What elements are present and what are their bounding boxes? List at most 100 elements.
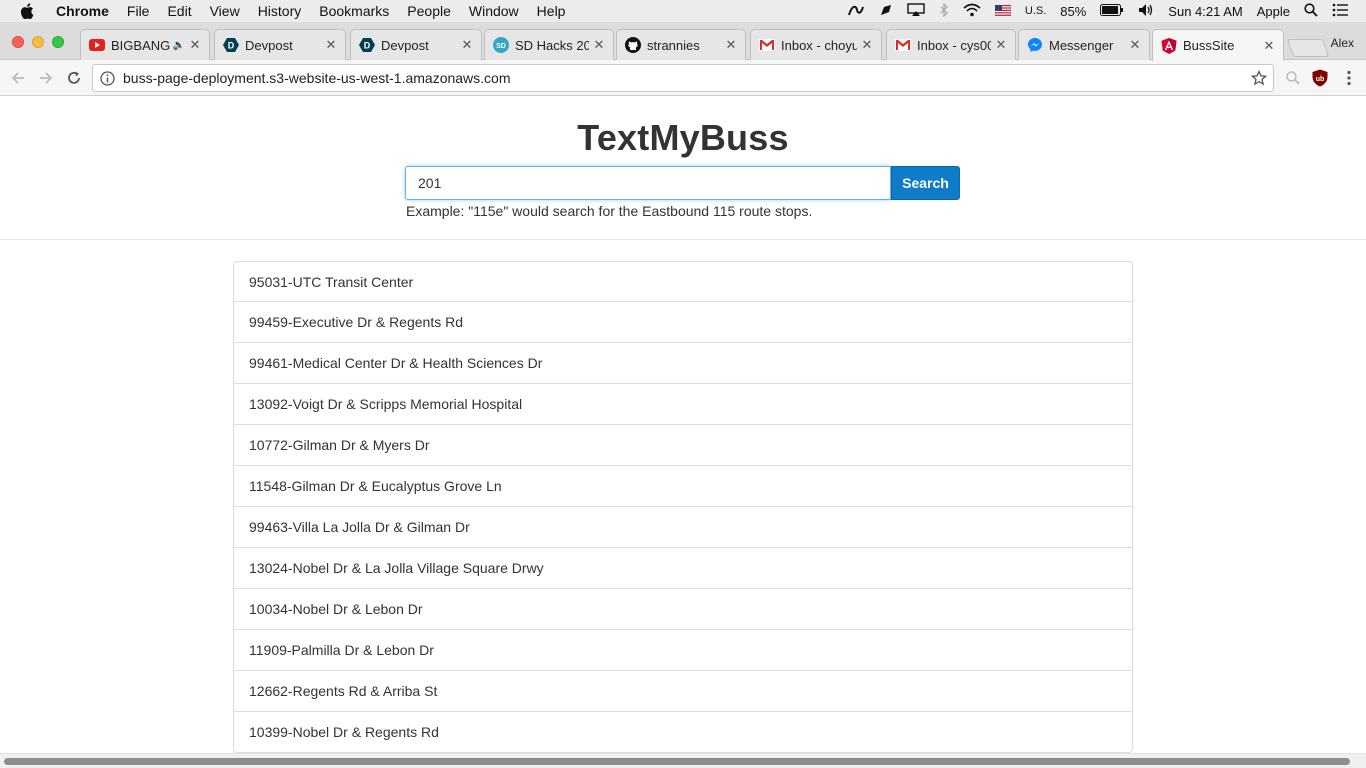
user-menu[interactable]: Apple xyxy=(1257,4,1290,19)
youtube-icon xyxy=(89,37,105,53)
wifi-icon[interactable] xyxy=(963,3,981,20)
tab-close-icon[interactable]: ✕ xyxy=(995,37,1007,53)
battery-icon[interactable] xyxy=(1100,3,1124,19)
list-item[interactable]: 13092-Voigt Dr & Scripps Memorial Hospit… xyxy=(233,384,1133,425)
apple-logo-icon[interactable] xyxy=(20,3,38,19)
tab-close-icon[interactable]: ✕ xyxy=(725,37,737,53)
search-input[interactable] xyxy=(405,166,891,200)
back-arrow-icon[interactable] xyxy=(8,68,28,88)
svg-text:ub: ub xyxy=(1316,76,1325,83)
airplay-icon[interactable] xyxy=(907,2,925,20)
pen-tool-icon[interactable] xyxy=(879,3,893,20)
tab-close-icon[interactable]: ✕ xyxy=(1263,38,1275,54)
list-item[interactable]: 99461-Medical Center Dr & Health Science… xyxy=(233,343,1133,384)
list-item[interactable]: 10772-Gilman Dr & Myers Dr xyxy=(233,425,1133,466)
gmail-icon xyxy=(759,37,775,53)
ublock-origin-icon[interactable]: ub xyxy=(1311,69,1329,87)
menu-file[interactable]: File xyxy=(127,3,150,19)
clock[interactable]: Sun 4:21 AM xyxy=(1168,4,1242,19)
battery-percent[interactable]: 85% xyxy=(1060,4,1086,19)
list-item[interactable]: 12662-Regents Rd & Arriba St xyxy=(233,671,1133,712)
status-menus: U.S. 85% Sun 4:21 AM Apple xyxy=(847,0,1348,22)
macos-menu-bar: Chrome File Edit View History Bookmarks … xyxy=(0,0,1366,22)
site-info-icon[interactable] xyxy=(99,70,115,86)
tab-bigbang[interactable]: BIGBANG - 🔈 ✕ xyxy=(80,29,210,60)
tab-messenger[interactable]: Messenger ✕ xyxy=(1018,29,1150,60)
tab-github[interactable]: strannies ✕ xyxy=(616,29,746,60)
extension-search-icon[interactable] xyxy=(1284,69,1302,87)
minimize-window-button[interactable] xyxy=(32,36,44,48)
page-title: TextMyBuss xyxy=(577,117,789,158)
bluetooth-icon[interactable] xyxy=(939,1,949,20)
menu-people[interactable]: People xyxy=(407,3,451,19)
profile-name[interactable]: Alex xyxy=(1331,36,1354,50)
devpost-icon: D xyxy=(359,37,375,53)
scrollbar-thumb[interactable] xyxy=(4,758,1350,765)
gmail-icon xyxy=(895,37,911,53)
menu-edit[interactable]: Edit xyxy=(167,3,191,19)
script-app-icon[interactable] xyxy=(847,3,865,20)
messenger-icon xyxy=(1027,37,1043,53)
menu-history[interactable]: History xyxy=(258,3,302,19)
tab-devpost-2[interactable]: D Devpost ✕ xyxy=(350,29,482,60)
tab-devpost-1[interactable]: D Devpost ✕ xyxy=(214,29,346,60)
forward-arrow-icon[interactable] xyxy=(36,68,56,88)
list-item[interactable]: 11548-Gilman Dr & Eucalyptus Grove Ln xyxy=(233,466,1133,507)
menu-app-name[interactable]: Chrome xyxy=(56,3,109,19)
list-item[interactable]: 10399-Nobel Dr & Regents Rd xyxy=(233,712,1133,753)
tab-sd-hacks[interactable]: SD SD Hacks 201 ✕ xyxy=(484,29,614,60)
tab-title: Messenger xyxy=(1049,37,1114,53)
new-tab-button[interactable] xyxy=(1286,39,1330,57)
tab-close-icon[interactable]: ✕ xyxy=(593,37,605,53)
input-source-flag-icon[interactable] xyxy=(994,4,1012,19)
tab-inbox-cys00[interactable]: Inbox - cys00 ✕ xyxy=(886,29,1016,60)
menu-bookmarks[interactable]: Bookmarks xyxy=(319,3,389,19)
zoom-window-button[interactable] xyxy=(52,36,64,48)
tab-close-icon[interactable]: ✕ xyxy=(1129,37,1141,53)
tab-title: strannies xyxy=(647,37,700,53)
page-content: TextMyBuss Search Example: "115e" would … xyxy=(0,97,1366,753)
chrome-menu-icon[interactable] xyxy=(1340,69,1358,87)
bookmark-star-icon[interactable] xyxy=(1250,69,1268,86)
input-source-label[interactable]: U.S. xyxy=(1025,5,1046,17)
url-text[interactable]: buss-page-deployment.s3-website-us-west-… xyxy=(123,70,511,86)
menu-window[interactable]: Window xyxy=(469,3,519,19)
search-form: Search xyxy=(405,166,960,200)
volume-icon[interactable] xyxy=(1138,3,1154,20)
browser-toolbar: buss-page-deployment.s3-website-us-west-… xyxy=(0,60,1366,96)
list-item[interactable]: 13024-Nobel Dr & La Jolla Village Square… xyxy=(233,548,1133,589)
tab-title: Inbox - choyu xyxy=(781,37,857,53)
tab-close-icon[interactable]: ✕ xyxy=(189,37,201,53)
menu-help[interactable]: Help xyxy=(537,3,566,19)
angular-icon xyxy=(1161,37,1177,54)
list-item[interactable]: 99459-Executive Dr & Regents Rd xyxy=(233,302,1133,343)
tab-inbox-choyu[interactable]: Inbox - choyu ✕ xyxy=(750,29,882,60)
tab-title: SD Hacks 201 xyxy=(515,37,589,53)
close-window-button[interactable] xyxy=(12,36,24,48)
notification-center-icon[interactable] xyxy=(1332,3,1348,20)
window-controls xyxy=(12,36,64,48)
github-icon xyxy=(625,37,641,53)
search-button[interactable]: Search xyxy=(891,166,960,200)
list-item[interactable]: 95031-UTC Transit Center xyxy=(233,261,1133,302)
horizontal-scrollbar[interactable] xyxy=(0,753,1366,768)
svg-text:D: D xyxy=(228,41,235,51)
reload-icon[interactable] xyxy=(64,68,84,88)
stop-results-list: 95031-UTC Transit Center 99459-Executive… xyxy=(233,261,1133,753)
list-item[interactable]: 99463-Villa La Jolla Dr & Gilman Dr xyxy=(233,507,1133,548)
tab-close-icon[interactable]: ✕ xyxy=(325,37,337,53)
tab-audio-icon[interactable]: 🔈 xyxy=(173,40,185,51)
tab-title: BIGBANG - xyxy=(111,37,171,53)
menu-view[interactable]: View xyxy=(210,3,240,19)
list-item[interactable]: 11909-Palmilla Dr & Lebon Dr xyxy=(233,630,1133,671)
svg-text:SD: SD xyxy=(496,43,506,50)
list-item[interactable]: 10034-Nobel Dr & Lebon Dr xyxy=(233,589,1133,630)
address-bar[interactable]: buss-page-deployment.s3-website-us-west-… xyxy=(92,64,1274,92)
tab-close-icon[interactable]: ✕ xyxy=(861,37,873,53)
tab-strip: BIGBANG - 🔈 ✕ D Devpost ✕ D Devpost ✕ SD… xyxy=(0,22,1366,61)
devpost-icon: D xyxy=(223,37,239,53)
tab-title: Devpost xyxy=(381,37,429,53)
spotlight-search-icon[interactable] xyxy=(1304,2,1318,20)
tab-close-icon[interactable]: ✕ xyxy=(461,37,473,53)
tab-busssite-active[interactable]: BussSite ✕ xyxy=(1152,29,1284,61)
